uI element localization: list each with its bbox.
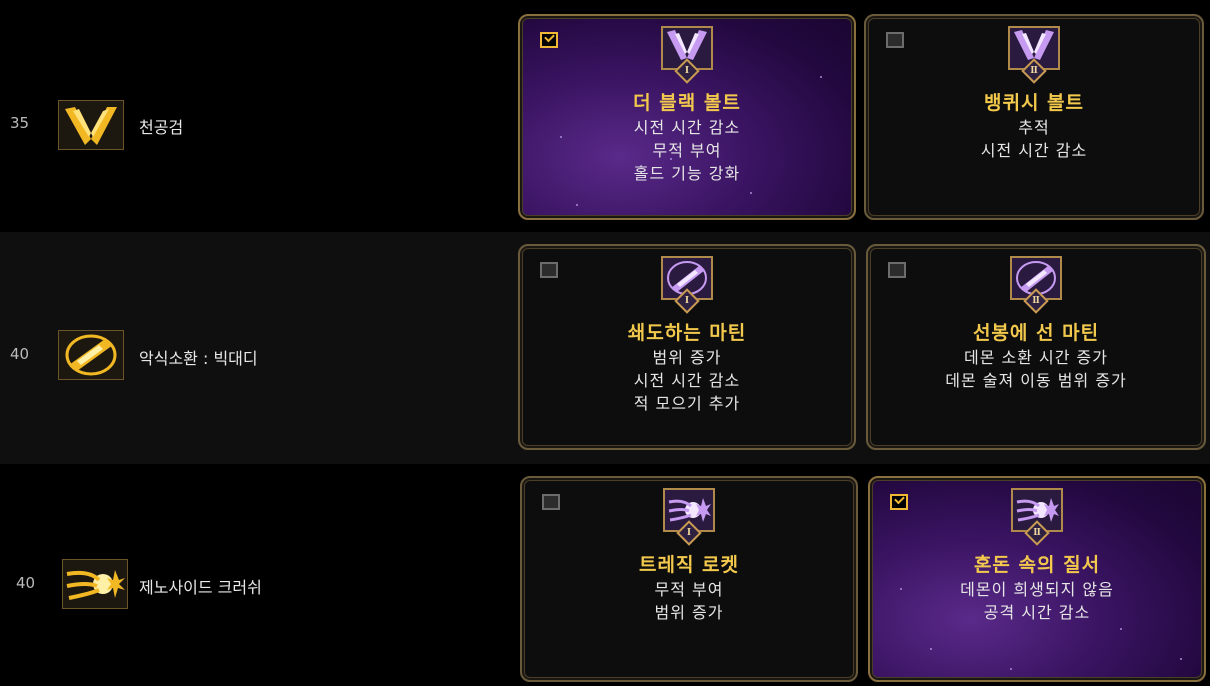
rune-title: 혼돈 속의 질서 — [973, 554, 1101, 576]
rune-card-surging-martin[interactable]: Ⅰ 쇄도하는 마틴 범위 증가 시전 시간 감소 적 모으기 추가 — [518, 244, 856, 450]
skill-name: 악식소환 : 빅대디 — [139, 349, 258, 368]
skill-row-1: 35 천공검 Ⅰ 더 블랙 볼트 시전 시간 감소 무적 부여 홀드 기능 강화… — [0, 0, 1210, 232]
rune-effect: 시전 시간 감소 — [633, 118, 741, 137]
rune-checkbox[interactable] — [540, 262, 558, 278]
skill-level: 35 — [10, 114, 30, 132]
rune-effect: 시전 시간 감소 — [633, 371, 741, 390]
skill-level: 40 — [10, 345, 30, 363]
rune-checkbox[interactable] — [540, 32, 558, 48]
rune-title: 쇄도하는 마틴 — [627, 322, 747, 344]
big-daddy-summon-icon — [58, 330, 124, 380]
burst-comet-icon: Ⅰ — [663, 488, 715, 546]
rune-effect: 추적 — [1018, 118, 1050, 137]
burst-comet-icon: Ⅱ — [1011, 488, 1063, 546]
summon-sword-icon: Ⅰ — [661, 256, 713, 314]
rune-card-tragic-rocket[interactable]: Ⅰ 트레직 로켓 무적 부여 범위 증가 — [520, 476, 858, 682]
rune-checkbox[interactable] — [542, 494, 560, 510]
skill-name: 제노사이드 크러쉬 — [139, 578, 262, 597]
rune-checkbox[interactable] — [888, 262, 906, 278]
rune-effect: 무적 부여 — [654, 580, 724, 599]
rune-effect: 데몬이 희생되지 않음 — [960, 580, 1114, 599]
sky-sword-icon — [58, 100, 124, 150]
rune-card-order-in-chaos[interactable]: Ⅱ 혼돈 속의 질서 데몬이 희생되지 않음 공격 시간 감소 — [868, 476, 1206, 682]
wing-blades-icon: Ⅰ — [661, 26, 713, 84]
skill-level: 40 — [16, 574, 36, 592]
genocide-crush-icon — [62, 559, 128, 609]
rune-card-vanguard-martin[interactable]: Ⅱ 선봉에 선 마틴 데몬 소환 시간 증가 데몬 술져 이동 범위 증가 — [866, 244, 1206, 450]
rune-effect: 데몬 소환 시간 증가 — [963, 348, 1109, 367]
rune-title: 뱅퀴시 볼트 — [983, 92, 1084, 114]
rune-effects: 시전 시간 감소 무적 부여 홀드 기능 강화 — [520, 116, 854, 185]
rune-effect: 홀드 기능 강화 — [633, 164, 741, 183]
rune-effect: 공격 시간 감소 — [983, 603, 1091, 622]
skill-row-2: 40 악식소환 : 빅대디 Ⅰ 쇄도하는 마틴 범위 증가 시전 시간 감소 적… — [0, 232, 1210, 464]
rune-title: 선봉에 선 마틴 — [972, 322, 1100, 344]
rune-effect: 무적 부여 — [652, 141, 722, 160]
rune-effects: 범위 증가 시전 시간 감소 적 모으기 추가 — [520, 346, 854, 415]
rune-title: 더 블랙 볼트 — [633, 92, 741, 114]
rune-card-the-black-bolt[interactable]: Ⅰ 더 블랙 볼트 시전 시간 감소 무적 부여 홀드 기능 강화 — [518, 14, 856, 220]
summon-sword-icon: Ⅱ — [1010, 256, 1062, 314]
skill-name: 천공검 — [139, 118, 184, 137]
rune-effects: 데몬 소환 시간 증가 데몬 술져 이동 범위 증가 — [868, 346, 1204, 392]
rune-effect: 시전 시간 감소 — [980, 141, 1088, 160]
rune-effect: 데몬 술져 이동 범위 증가 — [945, 371, 1127, 390]
rune-effect: 범위 증가 — [654, 603, 724, 622]
rune-checkbox[interactable] — [886, 32, 904, 48]
rune-effect: 적 모으기 추가 — [633, 394, 741, 413]
rune-effects: 무적 부여 범위 증가 — [522, 578, 856, 624]
rune-effect: 범위 증가 — [652, 348, 722, 367]
wing-blades-icon: Ⅱ — [1008, 26, 1060, 84]
rune-effects: 데몬이 희생되지 않음 공격 시간 감소 — [870, 578, 1204, 624]
rune-title: 트레직 로켓 — [638, 554, 739, 576]
rune-effects: 추적 시전 시간 감소 — [866, 116, 1202, 162]
rune-card-vanquish-bolt[interactable]: Ⅱ 뱅퀴시 볼트 추적 시전 시간 감소 — [864, 14, 1204, 220]
skill-row-3: 40 제노사이드 크러쉬 Ⅰ 트레직 로켓 무적 부여 범위 증가 Ⅱ 혼돈 속… — [0, 464, 1210, 686]
rune-checkbox[interactable] — [890, 494, 908, 510]
